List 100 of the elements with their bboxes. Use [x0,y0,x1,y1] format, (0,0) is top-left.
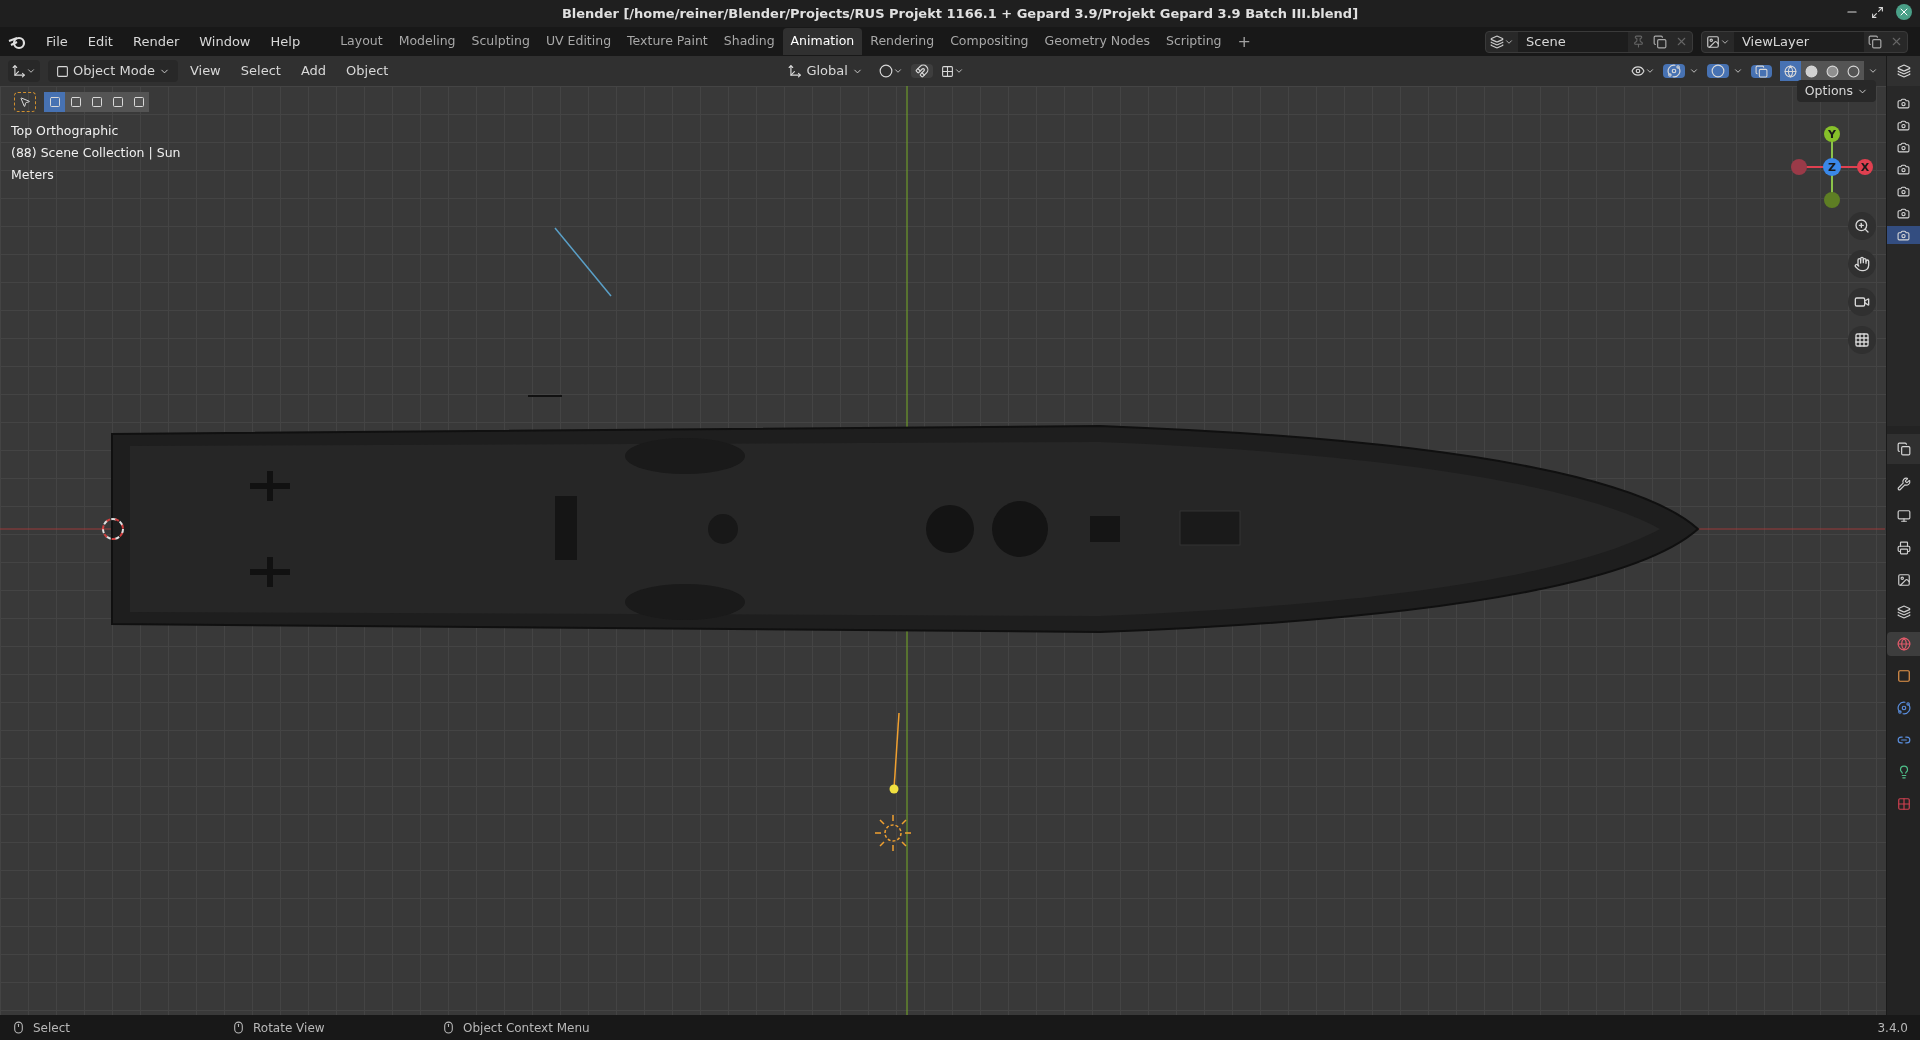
outliner-icon[interactable] [1896,64,1911,78]
sphere-icon [1826,64,1839,78]
eye-icon [1631,64,1645,78]
status-hint-text: Rotate View [253,1019,325,1037]
camera-icon [1897,118,1910,132]
chevron-icon [26,66,36,76]
mode-dropdown[interactable]: Object Mode [48,60,178,82]
outliner-row[interactable] [1887,226,1920,244]
workspace-tab[interactable]: Animation [782,28,863,55]
menu-item[interactable]: Help [262,28,309,55]
cursor-icon [19,96,31,108]
scene-selector[interactable]: Scene [1485,30,1693,53]
mouse-icon [232,1021,245,1034]
chevron-icon[interactable] [1689,66,1699,76]
workspace-tab[interactable]: Modeling [390,28,464,55]
overlay-toggle-button[interactable] [1707,64,1729,78]
magnet-icon [914,64,929,78]
tool-tab-icon [1896,477,1911,491]
3d-cursor-icon [102,518,124,540]
scene-name-field[interactable]: Scene [1518,31,1628,52]
chevron-icon [953,66,964,76]
zoom-button[interactable] [1848,212,1876,240]
selection-box-icon [48,96,61,108]
camera-icon [1897,206,1910,220]
view-layer-selector[interactable]: ViewLayer [1701,30,1908,53]
scene-icon [1490,34,1504,49]
camera-icon [1897,140,1910,154]
output-tab-icon [1896,541,1911,555]
chevron-icon [892,66,903,76]
gizmo-toggle-button[interactable] [1663,64,1685,78]
hand-icon [1854,256,1870,272]
object-mode-icon [56,64,69,78]
pan-button[interactable] [1848,250,1876,278]
workspace-tab[interactable]: Geometry Nodes [1036,28,1158,55]
header-menu-item[interactable]: View [181,61,229,81]
ortho-toggle-button[interactable] [1848,326,1876,354]
menu-item[interactable]: File [38,28,76,55]
viewport-info-text: (88) Scene Collection | Sun [11,143,181,162]
header-menu-item[interactable]: Add [292,61,335,81]
header-menu-item[interactable]: Select [232,61,289,81]
snap-button[interactable] [910,64,933,78]
selection-box-icon [132,96,145,108]
selection-mode-button[interactable] [44,92,65,112]
header-menu-item[interactable]: Object [338,61,397,81]
workspace-tab[interactable]: Layout [332,28,391,55]
world-tab-icon [1896,637,1911,651]
chevron-icon[interactable] [1733,66,1743,76]
axes-icon [788,64,803,78]
workspace-tab[interactable]: Texture Paint [619,28,716,55]
delete-icon[interactable] [1675,35,1688,48]
workspace-tab[interactable]: Shading [715,28,783,55]
pivot-icon [878,64,893,78]
scene-tab-icon [1896,605,1911,619]
constraints-tab-icon [1896,733,1911,747]
sun-lamp-drawing[interactable] [874,712,912,852]
wireframe-sphere-icon [1784,64,1797,78]
orientation-dropdown[interactable]: Global [780,60,871,82]
add-workspace-button[interactable]: + [1229,29,1259,54]
copy-icon[interactable] [1868,34,1882,49]
copy-icon[interactable] [1653,34,1667,49]
menu-item[interactable]: Render [124,28,188,55]
sphere-icon [1847,64,1860,78]
camera-icon [1897,96,1910,110]
xray-icon [1755,64,1768,78]
options-dropdown[interactable]: Options [1796,80,1876,102]
select-tool-button[interactable] [14,92,36,112]
selection-box-icon [90,96,103,108]
zoom-icon [1854,218,1870,234]
overlay-icon [1711,64,1725,78]
view-layer-name-field[interactable]: ViewLayer [1734,31,1864,52]
maximize-icon[interactable] [1871,5,1884,19]
small-object-line [527,395,563,397]
chevron-icon[interactable] [1868,66,1878,76]
shading-mode-button[interactable] [1801,61,1822,81]
shading-mode-button[interactable] [1843,61,1864,81]
status-hint-text: Object Context Menu [463,1019,590,1037]
grid-icon [1854,332,1870,348]
menu-item[interactable]: Window [191,28,259,55]
workspace-tab[interactable]: Rendering [862,28,943,55]
selection-box-icon [111,96,124,108]
xray-toggle-button[interactable] [1751,64,1772,78]
workspace-tab[interactable]: Scripting [1157,28,1230,55]
close-icon[interactable] [1896,4,1912,20]
selection-box-icon [69,96,82,108]
navigation-gizmo[interactable]: Y Z X [1787,122,1877,212]
delete-icon[interactable] [1890,35,1903,48]
selection-mode-button[interactable] [128,92,149,112]
pin-icon[interactable] [1632,35,1645,48]
selection-mode-button[interactable] [65,92,86,112]
editor-type-button[interactable] [8,60,40,82]
workspace-tab[interactable]: Sculpting [463,28,538,55]
workspace-tab[interactable]: Compositing [942,28,1037,55]
viewport-info-text: Top Orthographic [11,122,120,140]
camera-view-button[interactable] [1848,288,1876,316]
window-title: Blender [/home/reiner/Blender/Projects/RUS Projekt 1166.1 + Gepard 3.9/Projekt Gepard 3.9 Batch III.blend] [561,4,1359,23]
viewport-info-text: Meters [11,165,55,184]
snap-target-icon [940,64,954,78]
workspace-tab[interactable]: UV Editing [537,28,620,55]
camera-icon [1897,162,1910,176]
menu-item[interactable]: Edit [79,28,121,55]
